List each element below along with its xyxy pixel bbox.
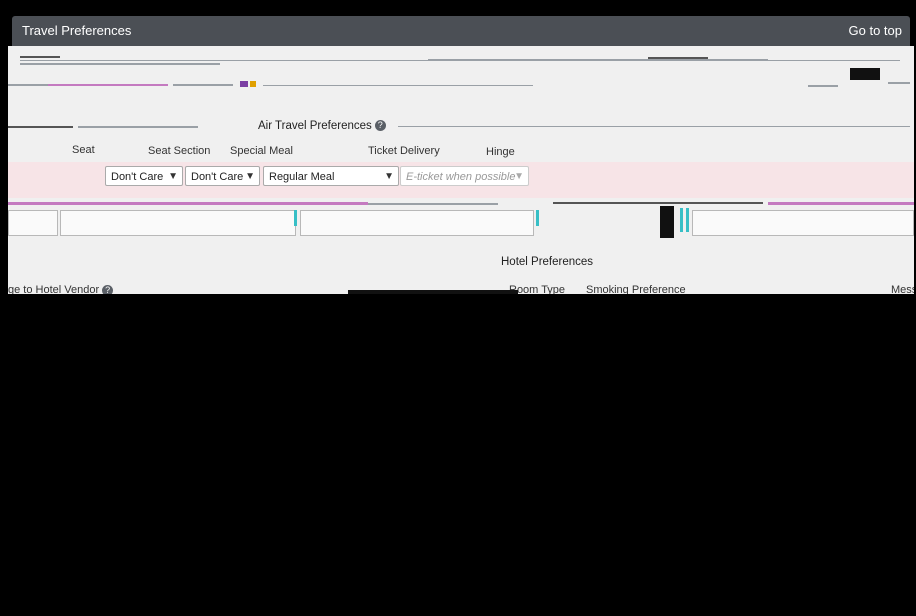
- artifact-line: [368, 203, 498, 205]
- accent-marker: [536, 210, 539, 226]
- input-box[interactable]: [692, 210, 914, 236]
- special-meal-label: Special Meal: [230, 145, 293, 157]
- air-section-title-text: Air Travel Preferences: [258, 120, 372, 132]
- panel-content: Air Travel Preferences? Seat Seat Sectio…: [8, 46, 914, 294]
- artifact-block: [660, 206, 674, 238]
- help-icon[interactable]: ?: [374, 120, 386, 132]
- artifact-line: [768, 202, 914, 205]
- ticket-delivery-select[interactable]: E-ticket when possible ▼: [400, 166, 529, 186]
- hint-label: Hinge: [486, 146, 515, 158]
- artifact-block: [250, 81, 256, 87]
- accent-marker: [680, 208, 683, 232]
- go-to-top-link[interactable]: Go to top: [849, 23, 902, 38]
- accent-marker: [686, 208, 689, 232]
- chevron-down-icon: ▼: [168, 171, 178, 182]
- artifact-line: [808, 85, 838, 87]
- seat-section-select[interactable]: Don't Care ▼: [185, 166, 260, 186]
- hotel-message-label: ge to Hotel Vendor?: [8, 284, 114, 294]
- artifact-line: [78, 126, 198, 128]
- chevron-down-icon: ▼: [514, 171, 524, 182]
- artifact-line: [8, 202, 368, 205]
- accent-marker: [294, 210, 297, 226]
- artifact-line: [888, 82, 910, 84]
- chevron-down-icon: ▼: [245, 171, 255, 182]
- input-box[interactable]: [300, 210, 534, 236]
- help-icon[interactable]: ?: [102, 284, 114, 294]
- smoking-preference-label: Smoking Preference: [586, 284, 686, 294]
- artifact-line: [553, 202, 763, 204]
- artifact-line: [20, 63, 220, 65]
- artifact-line: [20, 56, 60, 58]
- artifact-line: [8, 126, 73, 128]
- hotel-message-label-text: ge to Hotel Vendor: [8, 284, 100, 294]
- seat-section-select-value: Don't Care: [191, 171, 244, 183]
- special-meal-select[interactable]: Regular Meal ▼: [263, 166, 399, 186]
- artifact-line: [8, 84, 48, 86]
- special-meal-select-value: Regular Meal: [269, 171, 335, 183]
- input-box[interactable]: [60, 210, 296, 236]
- artifact-block: [850, 68, 880, 80]
- seat-label: Seat: [72, 144, 95, 156]
- seat-select-value: Don't Care: [111, 171, 164, 183]
- artifact-block: [240, 81, 248, 87]
- artifact-line: [173, 84, 233, 86]
- artifact-line: [398, 126, 910, 127]
- air-section-title: Air Travel Preferences?: [258, 120, 386, 132]
- hotel-section-title: Hotel Preferences: [501, 256, 594, 268]
- travel-preferences-panel: Travel Preferences Go to top Air Travel …: [8, 12, 914, 616]
- input-box[interactable]: [8, 210, 58, 236]
- seat-select[interactable]: Don't Care ▼: [105, 166, 183, 186]
- panel-header: Travel Preferences Go to top: [12, 16, 910, 46]
- ticket-delivery-label: Ticket Delivery: [368, 145, 440, 157]
- message-label-truncated: Mess: [891, 284, 914, 294]
- artifact-line: [48, 84, 168, 86]
- panel-title: Travel Preferences: [22, 23, 132, 38]
- artifact-line: [428, 59, 768, 61]
- ticket-delivery-select-value: E-ticket when possible: [406, 171, 516, 183]
- artifact-line: [263, 85, 533, 86]
- chevron-down-icon: ▼: [384, 171, 394, 182]
- artifact-line: [648, 57, 708, 59]
- unrendered-region: [8, 294, 914, 616]
- seat-section-label: Seat Section: [148, 145, 211, 157]
